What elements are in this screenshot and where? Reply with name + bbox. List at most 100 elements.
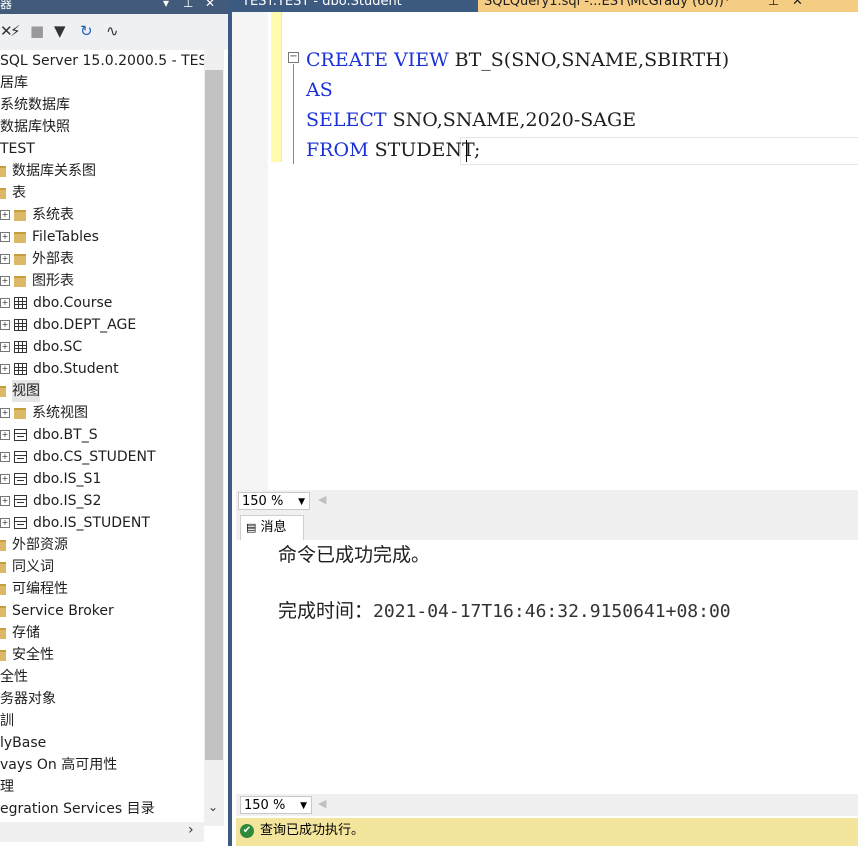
tree-node[interactable]: Service Broker bbox=[0, 600, 114, 622]
tree-node[interactable]: + dbo.Student bbox=[0, 358, 119, 380]
tree-node-label: 訓 bbox=[0, 713, 14, 729]
folder-icon bbox=[0, 583, 6, 595]
editor-zoom-select[interactable]: 150 % ▼ bbox=[238, 492, 310, 510]
tree-node[interactable]: + dbo.BT_S bbox=[0, 424, 98, 446]
tree-node[interactable]: + dbo.SC bbox=[0, 336, 82, 358]
tree-node-label: 外部资源 bbox=[12, 537, 68, 553]
tab-sqlquery1[interactable]: SQLQuery1.sql -...EST\McGrady (60))* ⊥ ✕ bbox=[478, 0, 858, 12]
tree-node[interactable]: 数据库关系图 bbox=[0, 160, 96, 182]
stop-icon[interactable]: ■ bbox=[30, 22, 44, 40]
refresh-icon[interactable]: ↻ bbox=[80, 22, 93, 40]
tree-node[interactable]: SQL Server 15.0.2000.5 - TES bbox=[0, 50, 207, 72]
tree-node[interactable]: + 系统表 bbox=[0, 204, 74, 226]
tree-node[interactable]: + dbo.IS_S1 bbox=[0, 468, 101, 490]
tree-node-label: 数据库快照 bbox=[0, 119, 70, 135]
expand-icon[interactable]: + bbox=[0, 474, 10, 484]
document-tab-strip: TEST.TEST - dbo.Student SQLQuery1.sql -.… bbox=[232, 0, 858, 12]
tree-node[interactable]: + 图形表 bbox=[0, 270, 74, 292]
expand-icon[interactable]: + bbox=[0, 452, 10, 462]
tree-node-label: egration Services 目录 bbox=[0, 801, 155, 817]
tree-node[interactable]: + dbo.Course bbox=[0, 292, 112, 314]
disconnect-icon[interactable]: ⚡ bbox=[10, 22, 21, 40]
scroll-left-icon[interactable]: ◀ bbox=[318, 493, 326, 506]
tree-node[interactable]: 数据库快照 bbox=[0, 116, 70, 138]
folder-icon bbox=[14, 407, 26, 419]
messages-pane bbox=[236, 540, 858, 794]
scroll-left-icon[interactable]: ◀ bbox=[318, 797, 326, 810]
tree-node[interactable]: + dbo.DEPT_AGE bbox=[0, 314, 136, 336]
chevron-down-icon: ▼ bbox=[298, 497, 305, 507]
outline-line bbox=[293, 64, 294, 164]
tree-node[interactable]: lyBase bbox=[0, 732, 46, 754]
tree-node[interactable]: + 系统视图 bbox=[0, 402, 88, 424]
expand-icon[interactable]: + bbox=[0, 210, 10, 220]
activity-icon[interactable]: ∿ bbox=[106, 22, 119, 40]
results-zoom-select[interactable]: 150 % ▼ bbox=[240, 796, 312, 814]
scroll-right-icon[interactable]: › bbox=[188, 822, 194, 838]
expand-icon[interactable]: + bbox=[0, 430, 10, 440]
tree-node[interactable]: 訓 bbox=[0, 710, 14, 732]
tree-node[interactable]: 存储 bbox=[0, 622, 40, 644]
scroll-down-icon[interactable]: ⌄ bbox=[208, 800, 218, 814]
tree-node-label: vays On 高可用性 bbox=[0, 757, 118, 773]
expand-icon[interactable]: + bbox=[0, 320, 10, 330]
expand-icon[interactable]: + bbox=[0, 364, 10, 374]
tree-node-label: 数据库关系图 bbox=[12, 163, 96, 179]
tree-node[interactable]: 表 bbox=[0, 182, 26, 204]
code-line-3[interactable]: SELECT SNO,SNAME,2020-SAGE bbox=[306, 105, 636, 135]
filter-icon[interactable]: ▼ bbox=[54, 22, 66, 40]
tree-node-label: 图形表 bbox=[32, 273, 74, 289]
tree-node[interactable]: TEST bbox=[0, 138, 35, 160]
tree-node-label: 表 bbox=[12, 185, 26, 201]
pin-icon[interactable]: ⊥ bbox=[768, 0, 779, 10]
tree-node[interactable]: 系统数据库 bbox=[0, 94, 70, 116]
tab-dbo-student[interactable]: TEST.TEST - dbo.Student bbox=[242, 0, 472, 12]
tree-node[interactable]: + FileTables bbox=[0, 226, 99, 248]
tree-node[interactable]: + dbo.CS_STUDENT bbox=[0, 446, 156, 468]
code-line-4[interactable]: FROM STUDENT; bbox=[306, 135, 480, 165]
expand-icon[interactable]: + bbox=[0, 276, 10, 286]
tree-node[interactable]: 安全性 bbox=[0, 644, 54, 666]
code-line-1[interactable]: CREATE VIEW BT_S(SNO,SNAME,SBIRTH) bbox=[306, 45, 729, 75]
tree-node[interactable]: vays On 高可用性 bbox=[0, 754, 117, 776]
tab-messages[interactable]: ▤ 消息 bbox=[240, 515, 304, 542]
tree-node[interactable]: 视图 bbox=[0, 380, 40, 402]
messages-icon: ▤ bbox=[246, 521, 257, 534]
tree-node-label: dbo.IS_S2 bbox=[33, 493, 102, 509]
expand-icon[interactable]: + bbox=[0, 232, 10, 242]
tree-node-label: 全性 bbox=[0, 669, 28, 685]
expand-icon[interactable]: + bbox=[0, 342, 10, 352]
table-icon bbox=[14, 319, 27, 331]
tree-node[interactable]: 务器对象 bbox=[0, 688, 56, 710]
auto-hide-pin-icon[interactable]: ⊥ bbox=[183, 0, 193, 9]
expand-icon[interactable]: + bbox=[0, 518, 10, 528]
tree-node[interactable]: 居库 bbox=[0, 72, 28, 94]
tree-node[interactable]: 同义词 bbox=[0, 556, 54, 578]
pin-icon[interactable]: ▾ bbox=[163, 0, 169, 9]
tree-node[interactable]: egration Services 目录 bbox=[0, 798, 155, 820]
tree-node[interactable]: 理 bbox=[0, 776, 14, 798]
close-icon[interactable]: ✕ bbox=[205, 0, 215, 9]
expand-icon[interactable]: + bbox=[0, 298, 10, 308]
text-cursor bbox=[466, 140, 467, 162]
tree-node[interactable]: + dbo.IS_S2 bbox=[0, 490, 101, 512]
expand-icon[interactable]: + bbox=[0, 254, 10, 264]
zoom-value: 150 % bbox=[242, 494, 284, 509]
tree-node-label: 存储 bbox=[12, 625, 40, 641]
tree-node[interactable]: 外部资源 bbox=[0, 534, 68, 556]
code-line-2[interactable]: AS bbox=[306, 75, 333, 105]
success-check-icon: ✔ bbox=[240, 824, 254, 838]
folder-icon bbox=[14, 253, 26, 265]
tree-horizontal-scrollbar[interactable]: › bbox=[0, 822, 204, 842]
collapse-icon[interactable]: − bbox=[288, 52, 299, 63]
tree-node[interactable]: + 外部表 bbox=[0, 248, 74, 270]
tree-node[interactable]: 可编程性 bbox=[0, 578, 68, 600]
tree-node[interactable]: 全性 bbox=[0, 666, 28, 688]
tree-scroll-thumb[interactable] bbox=[205, 70, 223, 760]
tree-node[interactable]: + dbo.IS_STUDENT bbox=[0, 512, 150, 534]
expand-icon[interactable]: + bbox=[0, 408, 10, 418]
close-tab-icon[interactable]: ✕ bbox=[792, 0, 803, 10]
folder-icon bbox=[0, 561, 6, 573]
expand-icon[interactable]: + bbox=[0, 496, 10, 506]
folder-icon bbox=[0, 187, 6, 199]
